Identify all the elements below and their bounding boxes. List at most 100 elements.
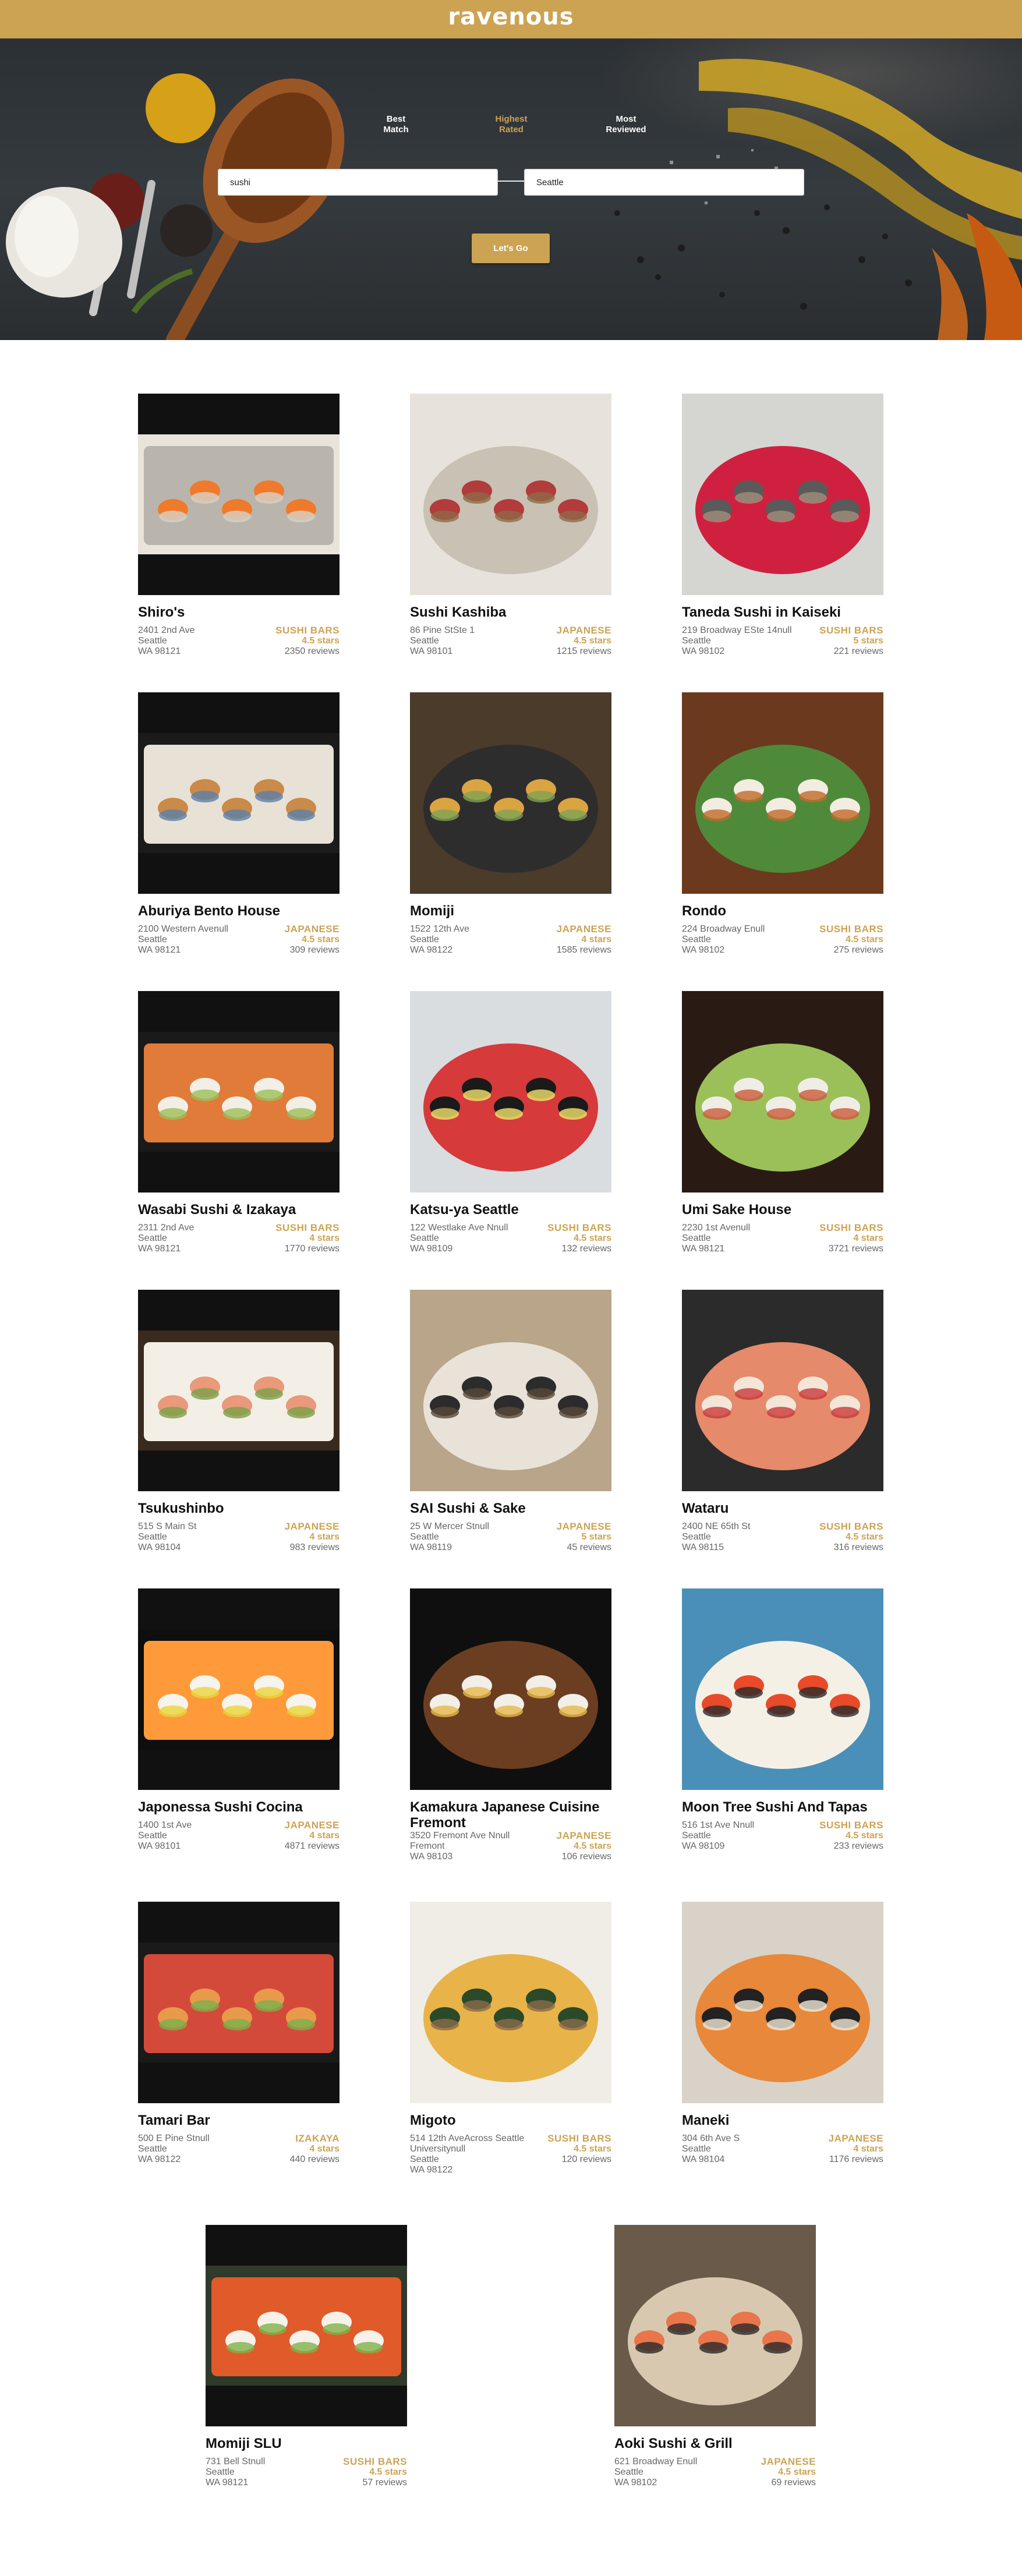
business-card[interactable]: Japonessa Sushi Cocina 1400 1st Ave Seattl…: [138, 1588, 340, 1885]
business-street: 515 S Main St: [138, 1521, 197, 1531]
business-card[interactable]: Maneki 304 6th Ave S Seattle WA 98104 JAPANE…: [682, 1902, 883, 2199]
business-address: 2401 2nd Ave Seattle WA 98121: [138, 625, 260, 657]
business-city: Seattle: [410, 1532, 439, 1542]
business-street: 3520 Fremont Ave Nnull: [410, 1831, 510, 1841]
search-term-input[interactable]: [218, 169, 498, 196]
business-name: Sushi Kashiba: [410, 604, 507, 620]
business-name: Taneda Sushi in Kaiseki: [682, 604, 841, 620]
business-card[interactable]: Moon Tree Sushi And Tapas 516 1st Ave Nnu…: [682, 1588, 883, 1885]
business-review-count: 4871 reviews: [284, 1841, 340, 1851]
business-photo: [410, 1902, 611, 2103]
business-street: 122 Westlake Ave Nnull: [410, 1223, 508, 1233]
business-address: 621 Broadway Enull Seattle WA 98102: [614, 2457, 737, 2488]
business-name: Katsu-ya Seattle: [410, 1202, 519, 1218]
business-address: 1400 1st Ave Seattle WA 98101: [138, 1820, 260, 1852]
sort-most-reviewed[interactable]: Most Reviewed: [579, 114, 673, 135]
business-city: Seattle: [410, 1233, 439, 1243]
business-rating: 4 stars: [309, 1532, 340, 1542]
business-review-count: 983 reviews: [289, 1542, 340, 1552]
business-meta: JAPANESE 4 stars 1585 reviews: [536, 924, 611, 956]
business-address: 219 Broadway ESte 14null Seattle WA 98102: [682, 625, 804, 657]
business-review-count: 275 reviews: [833, 945, 883, 955]
business-card[interactable]: Momiji SLU 731 Bell Stnull Seattle WA 98121…: [206, 2225, 407, 2522]
business-city: Seattle: [410, 2154, 439, 2164]
business-card[interactable]: Aoki Sushi & Grill 621 Broadway Enull Seat…: [614, 2225, 816, 2522]
business-card[interactable]: Rondo 224 Broadway Enull Seattle WA 98102 SU…: [682, 692, 883, 989]
business-rating: 4 stars: [309, 1831, 340, 1841]
business-category: SUSHI BARS: [819, 1222, 883, 1233]
business-card[interactable]: Migoto 514 12th AveAcross Seattle Univers…: [410, 1902, 611, 2199]
business-category: JAPANESE: [284, 1521, 340, 1532]
business-zip: WA 98102: [614, 2478, 657, 2487]
business-zip: WA 98121: [138, 945, 181, 955]
search-location-input[interactable]: [524, 169, 804, 196]
business-name: Tamari Bar: [138, 2113, 210, 2128]
sort-highest-rated[interactable]: Highest Rated: [465, 114, 558, 135]
business-photo: [138, 1588, 340, 1790]
business-address: 500 E Pine Stnull Seattle WA 98122: [138, 2133, 260, 2165]
business-street: 2400 NE 65th St: [682, 1521, 751, 1531]
business-zip: WA 98121: [138, 1244, 181, 1254]
business-photo: [206, 2225, 407, 2426]
business-zip: WA 98121: [138, 646, 181, 656]
business-card[interactable]: Momiji 1522 12th Ave Seattle WA 98122 JAPANE…: [410, 692, 611, 989]
business-photo: [138, 991, 340, 1193]
business-address: 1522 12th Ave Seattle WA 98122: [410, 924, 532, 956]
sort-best-match[interactable]: Best Match: [349, 114, 443, 135]
business-zip: WA 98122: [410, 945, 453, 955]
business-card[interactable]: Wasabi Sushi & Izakaya 2311 2nd Ave Seattl…: [138, 991, 340, 1288]
app-header: ravenous: [0, 0, 1022, 38]
business-street: 25 W Mercer Stnull: [410, 1521, 490, 1531]
business-rating: 5 stars: [581, 1532, 611, 1542]
business-category: SUSHI BARS: [547, 2133, 611, 2144]
business-photo: [410, 1290, 611, 1491]
hero-background-image: [6, 58, 1022, 340]
business-name: Wasabi Sushi & Izakaya: [138, 1202, 296, 1218]
business-photo: [614, 2225, 816, 2426]
business-rating: 4.5 stars: [302, 636, 340, 646]
business-city: Seattle: [410, 935, 439, 944]
business-zip: WA 98101: [138, 1841, 181, 1851]
business-card[interactable]: Umi Sake House 2230 1st Avenull Seattle WA …: [682, 991, 883, 1288]
business-card[interactable]: Kamakura Japanese Cuisine Fremont 3520 Fr…: [410, 1588, 611, 1885]
business-card[interactable]: Taneda Sushi in Kaiseki 219 Broadway ESte…: [682, 394, 883, 691]
business-zip: WA 98102: [682, 945, 725, 955]
business-meta: SUSHI BARS 4.5 stars 2350 reviews: [264, 625, 340, 657]
search-hero: Best Match Highest Rated Most Reviewed L…: [0, 38, 1022, 340]
business-street: 500 E Pine Stnull: [138, 2133, 210, 2143]
business-card[interactable]: Katsu-ya Seattle 122 Westlake Ave Nnull Se…: [410, 991, 611, 1288]
business-card[interactable]: Sushi Kashiba 86 Pine StSte 1 Seattle WA 98…: [410, 394, 611, 691]
business-name: Momiji SLU: [206, 2436, 282, 2451]
business-review-count: 440 reviews: [289, 2154, 340, 2164]
business-rating: 4.5 stars: [369, 2467, 407, 2477]
business-city: Seattle: [138, 1831, 167, 1841]
business-name: Japonessa Sushi Cocina: [138, 1799, 303, 1815]
lets-go-button[interactable]: Let's Go: [472, 233, 550, 263]
business-review-count: 45 reviews: [567, 1542, 611, 1552]
business-name: Rondo: [682, 903, 726, 919]
business-meta: JAPANESE 4 stars 983 reviews: [264, 1521, 340, 1553]
business-street: 2100 Western Avenull: [138, 924, 229, 934]
business-category: SUSHI BARS: [819, 1820, 883, 1831]
business-address: 224 Broadway Enull Seattle WA 98102: [682, 924, 804, 956]
business-card[interactable]: SAI Sushi & Sake 25 W Mercer Stnull Seattl…: [410, 1290, 611, 1587]
business-city: Seattle: [682, 1233, 711, 1243]
business-category: JAPANESE: [284, 923, 340, 935]
business-card[interactable]: Wataru 2400 NE 65th St Seattle WA 98115 SUSH…: [682, 1290, 883, 1587]
business-category: SUSHI BARS: [819, 625, 883, 636]
business-name: Momiji: [410, 903, 454, 919]
business-card[interactable]: Aburiya Bento House 2100 Western Avenull S…: [138, 692, 340, 989]
business-review-count: 106 reviews: [561, 1852, 611, 1862]
business-card[interactable]: Tamari Bar 500 E Pine Stnull Seattle WA 981…: [138, 1902, 340, 2199]
business-photo: [138, 1290, 340, 1491]
business-zip: WA 98122: [410, 2165, 453, 2175]
business-zip: WA 98122: [138, 2154, 181, 2164]
business-review-count: 57 reviews: [362, 2478, 407, 2487]
business-review-count: 69 reviews: [771, 2478, 816, 2487]
business-street: 1400 1st Ave: [138, 1820, 192, 1830]
business-card[interactable]: Shiro's 2401 2nd Ave Seattle WA 98121 SUSHI …: [138, 394, 340, 691]
business-card[interactable]: Tsukushinbo 515 S Main St Seattle WA 98104 J…: [138, 1290, 340, 1587]
business-review-count: 1585 reviews: [556, 945, 611, 955]
business-rating: 4.5 stars: [574, 1233, 611, 1243]
business-city: Seattle: [206, 2467, 235, 2477]
